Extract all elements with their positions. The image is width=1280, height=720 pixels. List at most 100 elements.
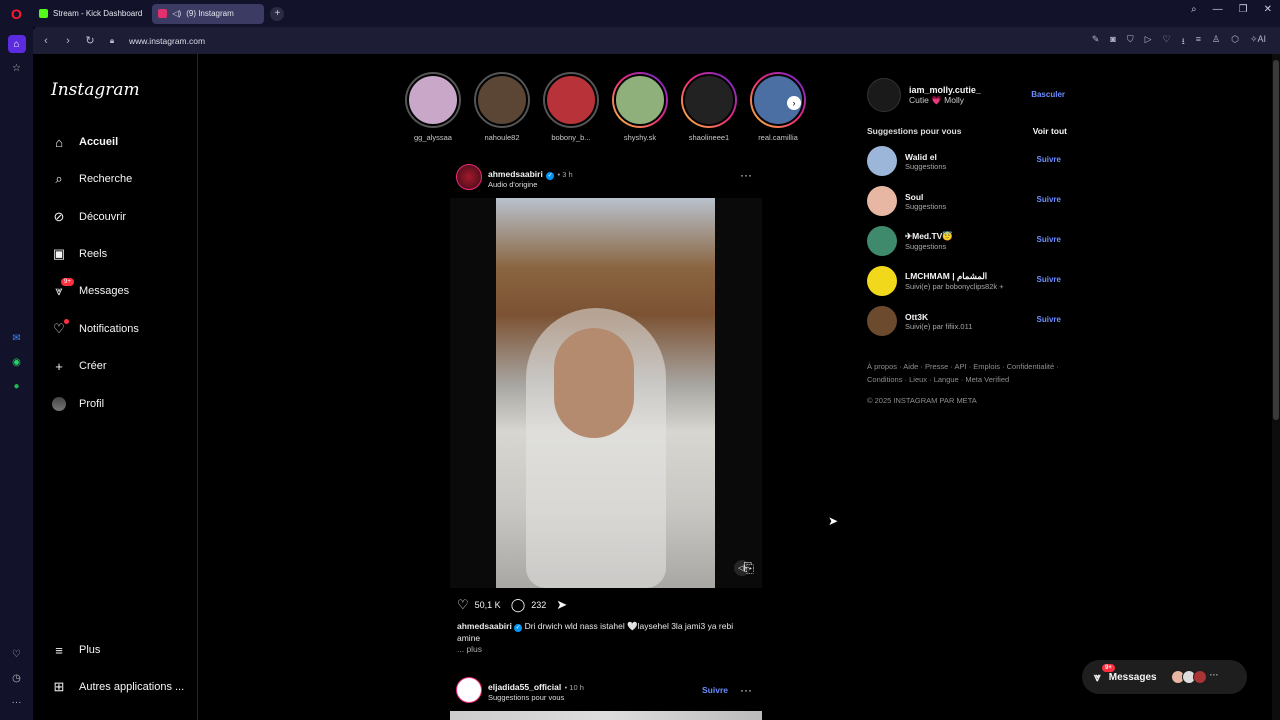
heart-icon[interactable]: ♡	[1163, 34, 1171, 50]
like-icon[interactable]: ♡	[457, 597, 469, 613]
nav-label: Recherche	[79, 173, 133, 185]
more-options-icon[interactable]: ···	[740, 683, 752, 697]
lock-icon[interactable]: 🔒︎	[101, 36, 123, 46]
edit-icon[interactable]: ✎	[1092, 34, 1100, 50]
shield-icon[interactable]: ⛉	[1127, 34, 1134, 50]
suggestion-avatar[interactable]	[867, 146, 897, 176]
scrollbar-thumb[interactable]	[1273, 60, 1279, 420]
follow-button[interactable]: Suivre	[1037, 235, 1061, 244]
nav-item-home[interactable]: ⌂ Accueil	[51, 134, 118, 150]
whatsapp-icon[interactable]: ◉	[8, 353, 26, 371]
account-avatar[interactable]	[867, 78, 901, 112]
story-item[interactable]: bobony_b...	[541, 72, 601, 142]
back-icon[interactable]: ‹	[35, 35, 57, 47]
suggestion-avatar[interactable]	[867, 226, 897, 256]
nav-item-search[interactable]: ⌕ Recherche	[51, 171, 132, 187]
tab-instagram[interactable]: ◁) (9) Instagram	[152, 3, 265, 24]
opera-logo-icon[interactable]: O	[0, 0, 33, 27]
camera-icon[interactable]: ◙	[1110, 34, 1115, 50]
history-icon[interactable]: ◷	[8, 669, 26, 687]
share-icon[interactable]: ➤	[556, 597, 567, 613]
story-item[interactable]: shaolineee1	[679, 72, 739, 142]
follow-button[interactable]: Suivre	[1037, 315, 1061, 324]
account-username[interactable]: iam_molly.cutie_	[909, 85, 981, 95]
feed-post: ahmedsaabiri ✓ • 3 h Audio d'origine ···…	[450, 162, 762, 654]
suggestion-name[interactable]: LMCHMAM | المشمام	[905, 271, 1004, 282]
suggestion-avatar[interactable]	[867, 186, 897, 216]
nav-item-messages[interactable]: ⩔ 9+ Messages	[51, 278, 129, 299]
nav-item-reels[interactable]: ▣ Reels	[51, 246, 107, 262]
nav-item-explore[interactable]: ⊘ Découvrir	[51, 209, 127, 225]
spotify-icon[interactable]: ●	[8, 377, 26, 395]
suggestion-name[interactable]: ✈Med.TV😇	[905, 231, 953, 242]
minimize-icon[interactable]: —	[1213, 4, 1223, 15]
save-icon[interactable]: ⎘	[744, 560, 754, 576]
nav-item-other-apps[interactable]: ⊞ Autres applications ...	[51, 679, 185, 695]
apps-icon: ⊞	[53, 679, 65, 694]
caption-more-link[interactable]: ... plus	[450, 644, 762, 654]
new-tab-button[interactable]: +	[270, 6, 285, 21]
home-icon[interactable]: ⌂	[7, 35, 26, 53]
tab-kick-label: Stream - Kick Dashboard	[53, 9, 143, 18]
suggestion-avatar[interactable]	[867, 266, 897, 296]
scrollbar[interactable]	[1272, 54, 1280, 720]
nav-item-create[interactable]: + Créer	[51, 358, 106, 374]
heart-icon[interactable]: ♡	[8, 645, 26, 663]
forward-icon[interactable]: ›	[57, 35, 79, 47]
search-tabs-icon[interactable]: ⌕	[1191, 4, 1197, 15]
nav-label: Plus	[79, 644, 101, 656]
home-icon: ⌂	[55, 134, 63, 150]
suggestion-name[interactable]: Ott3K	[905, 312, 972, 322]
suggestions-header: Suggestions pour vous Voir tout	[867, 126, 1067, 136]
comment-icon[interactable]: ◯	[511, 597, 526, 613]
story-item[interactable]: gg_alyssaa	[403, 72, 463, 142]
nav-item-more[interactable]: ≡ Plus	[51, 642, 100, 658]
follow-button[interactable]: Suivre	[1037, 155, 1061, 164]
url-field[interactable]: www.instagram.com	[129, 36, 205, 46]
close-icon[interactable]: ✕	[1264, 4, 1272, 15]
star-icon[interactable]: ☆	[8, 59, 26, 77]
nav-item-profile[interactable]: Profil	[51, 396, 104, 412]
messages-bar[interactable]: ⩔ 9+ Messages ···	[1082, 660, 1247, 694]
suggestion-sub: Suivi(e) par fifiix.011	[905, 321, 973, 331]
stories-next-button[interactable]: ›	[787, 96, 801, 110]
like-count: 50,1 K	[474, 600, 501, 610]
caption-username[interactable]: ahmedsaabiri	[457, 621, 512, 631]
switch-account-button[interactable]: Basculer	[1031, 90, 1065, 99]
instagram-logo[interactable]: Instagram	[51, 80, 140, 100]
post-avatar[interactable]	[456, 164, 482, 190]
ai-icon[interactable]: ✧AI	[1250, 34, 1266, 50]
menu-icon[interactable]: ≡	[1196, 34, 1201, 50]
follow-button[interactable]: Suivre	[1037, 275, 1061, 284]
follow-button[interactable]: Suivre	[1037, 195, 1061, 204]
story-item[interactable]: nahoule82	[472, 72, 532, 142]
restore-icon[interactable]: ❐	[1239, 4, 1248, 15]
suggestion-avatar[interactable]	[867, 306, 897, 336]
browser-sidebar: ⌂ ☆ ✉ ◉ ● ♡ ◷ ···	[0, 27, 33, 720]
follow-button[interactable]: Suivre	[702, 685, 728, 695]
story-item[interactable]: shyshy.sk	[610, 72, 670, 142]
download-icon[interactable]: ⭳	[1182, 34, 1185, 50]
post-video[interactable]: ◁)	[450, 198, 762, 588]
more-icon[interactable]: ···	[8, 693, 26, 711]
reload-icon[interactable]: ↻	[79, 34, 101, 47]
nav-item-notifications[interactable]: ♡ Notifications	[51, 319, 139, 337]
tab-instagram-label: (9) Instagram	[186, 9, 234, 18]
unread-badge: 9+	[61, 278, 74, 286]
post-avatar[interactable]	[456, 677, 482, 703]
story-username: nahoule82	[484, 133, 520, 142]
footer-links[interactable]: À propos · Aide · Presse · API · Emplois…	[867, 360, 1067, 386]
see-all-link[interactable]: Voir tout	[1033, 126, 1067, 136]
more-options-icon[interactable]: ···	[740, 168, 752, 182]
tab-kick[interactable]: Stream - Kick Dashboard	[33, 4, 148, 24]
play-icon[interactable]: ▷	[1145, 34, 1152, 50]
messenger-icon[interactable]: ✉	[8, 329, 26, 347]
extensions-icon[interactable]: ⬡	[1231, 34, 1239, 50]
suggestion-name[interactable]: Soul	[905, 192, 946, 202]
post-username[interactable]: ahmedsaabiri	[488, 169, 543, 179]
suggestion-name[interactable]: Walid el	[905, 152, 946, 162]
instagram-page: Instagram ⌂ Accueil ⌕ Recherche ⊘ Découv…	[33, 54, 1280, 720]
post-username[interactable]: eljadida55_official	[488, 682, 561, 692]
profile-icon[interactable]: ♙	[1212, 34, 1220, 50]
post-audio[interactable]: Audio d'origine	[488, 180, 573, 189]
